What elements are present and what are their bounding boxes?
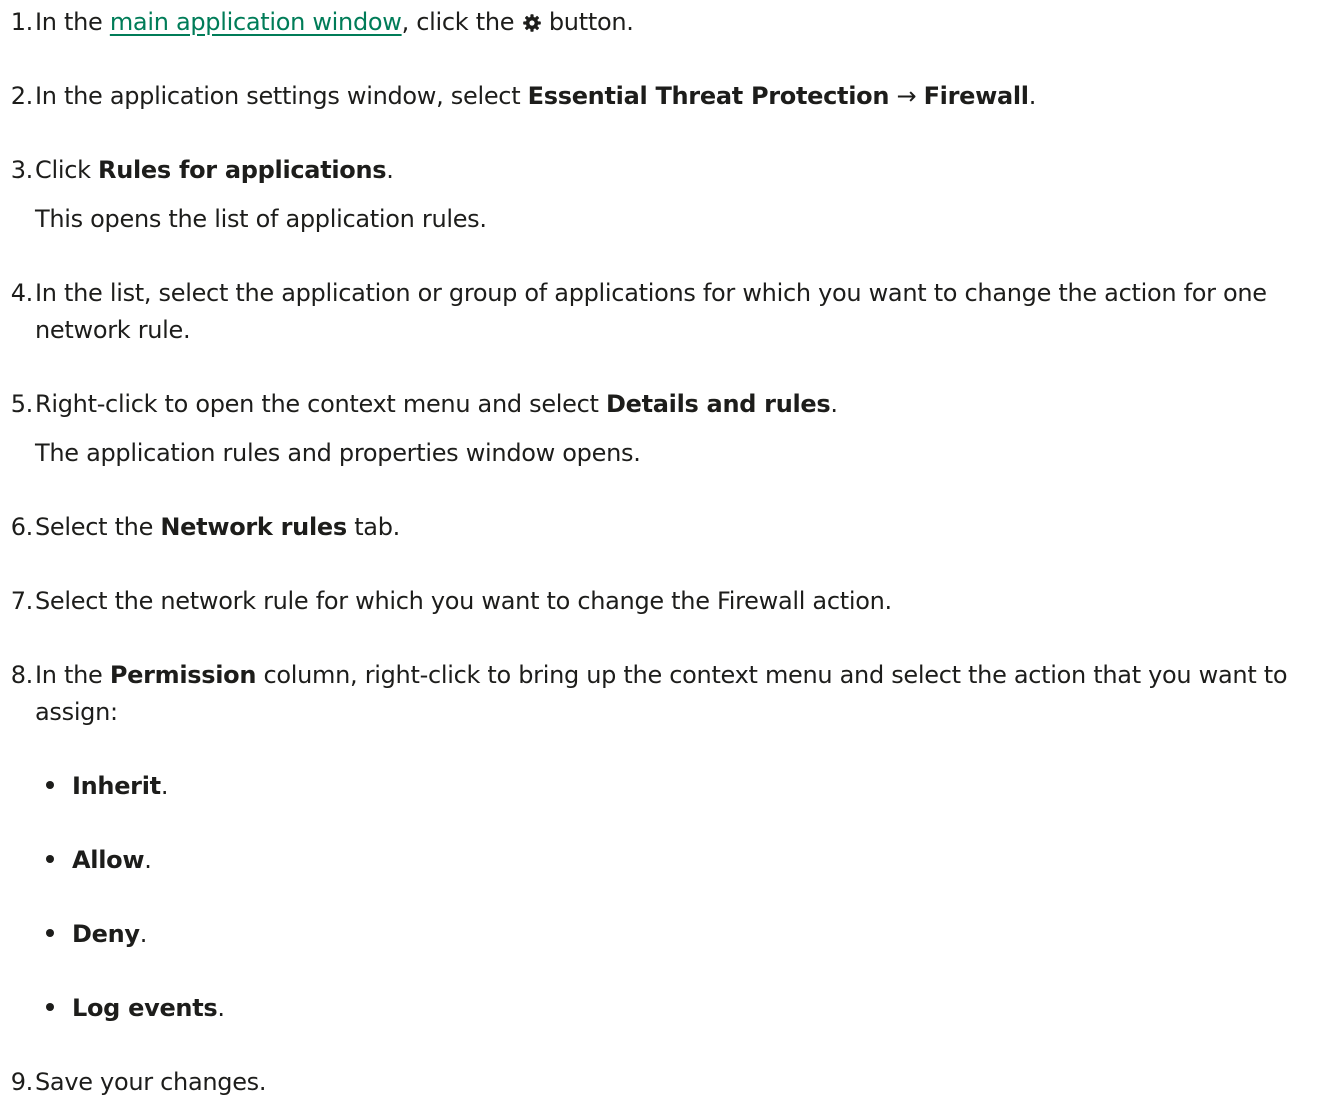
- step-number: 4.: [10, 279, 34, 307]
- ui-term: Essential Threat Protection: [527, 82, 890, 110]
- list-item: Deny.: [46, 919, 147, 949]
- step-8: 8.In the Permission column, right-click …: [0, 660, 1288, 690]
- ui-term: Firewall: [923, 82, 1029, 110]
- list-item: Log events.: [46, 993, 225, 1023]
- step-number: 8.: [10, 661, 34, 689]
- step-text: In the application settings window, sele…: [35, 82, 528, 110]
- list-item: Inherit.: [46, 771, 168, 801]
- step-number: 1.: [10, 8, 34, 36]
- list-item: Allow.: [46, 845, 152, 875]
- step-text: tab.: [346, 513, 400, 541]
- step-number: 7.: [10, 587, 34, 615]
- punctuation: .: [386, 156, 394, 184]
- punctuation: .: [1028, 82, 1037, 110]
- step-number: 3.: [10, 156, 34, 184]
- step-3: 3.Click Rules for applications.: [0, 155, 394, 185]
- step-9: 9.Save your changes.: [0, 1067, 267, 1097]
- bullet: [46, 1003, 54, 1011]
- step-6: 6.Select the Network rules tab.: [0, 512, 401, 542]
- arrow-separator: →: [889, 82, 924, 110]
- option-label: Log events: [72, 994, 218, 1022]
- punctuation: .: [139, 920, 148, 948]
- option-label: Deny: [72, 920, 140, 948]
- step-text: column, right-click to bring up the cont…: [256, 661, 1288, 689]
- step-text: Select the: [35, 513, 161, 541]
- punctuation: .: [160, 772, 169, 800]
- step-8-continuation: assign:: [35, 698, 118, 726]
- step-text: Save your changes.: [35, 1068, 267, 1096]
- step-4-continuation: network rule.: [35, 316, 191, 344]
- bullet: [46, 781, 54, 789]
- step-text: Right-click to open the context menu and…: [35, 390, 606, 418]
- punctuation: .: [217, 994, 225, 1022]
- step-3-note: This opens the list of application rules…: [35, 205, 487, 233]
- option-label: Allow: [72, 846, 145, 874]
- step-text: In the: [35, 8, 110, 36]
- gear-icon: [522, 10, 542, 32]
- bullet: [46, 929, 54, 937]
- punctuation: .: [144, 846, 152, 874]
- step-number: 6.: [10, 513, 34, 541]
- step-number: 5.: [10, 390, 34, 418]
- ui-term: Details and rules: [605, 390, 831, 418]
- step-text: , click the: [401, 8, 522, 36]
- punctuation: .: [830, 390, 838, 418]
- step-text: In the list, select the application or g…: [35, 279, 1267, 307]
- step-4: 4.In the list, select the application or…: [0, 278, 1267, 308]
- step-text: In the: [35, 661, 110, 689]
- step-number: 2.: [10, 82, 34, 110]
- step-2: 2.In the application settings window, se…: [0, 81, 1037, 111]
- bullet: [46, 855, 54, 863]
- step-text: Click: [35, 156, 99, 184]
- step-5: 5.Right-click to open the context menu a…: [0, 389, 838, 419]
- step-7: 7.Select the network rule for which you …: [0, 586, 892, 616]
- step-text: Select the network rule for which you wa…: [35, 587, 892, 615]
- step-1: 1.In the main application window, click …: [0, 7, 634, 37]
- option-label: Inherit: [72, 772, 161, 800]
- ui-term: Permission: [109, 661, 257, 689]
- step-text: button.: [541, 8, 634, 36]
- ui-term: Rules for applications: [98, 156, 387, 184]
- main-application-window-link[interactable]: main application window: [110, 8, 402, 36]
- ui-term: Network rules: [160, 513, 347, 541]
- step-5-note: The application rules and properties win…: [35, 439, 641, 467]
- step-number: 9.: [10, 1068, 34, 1096]
